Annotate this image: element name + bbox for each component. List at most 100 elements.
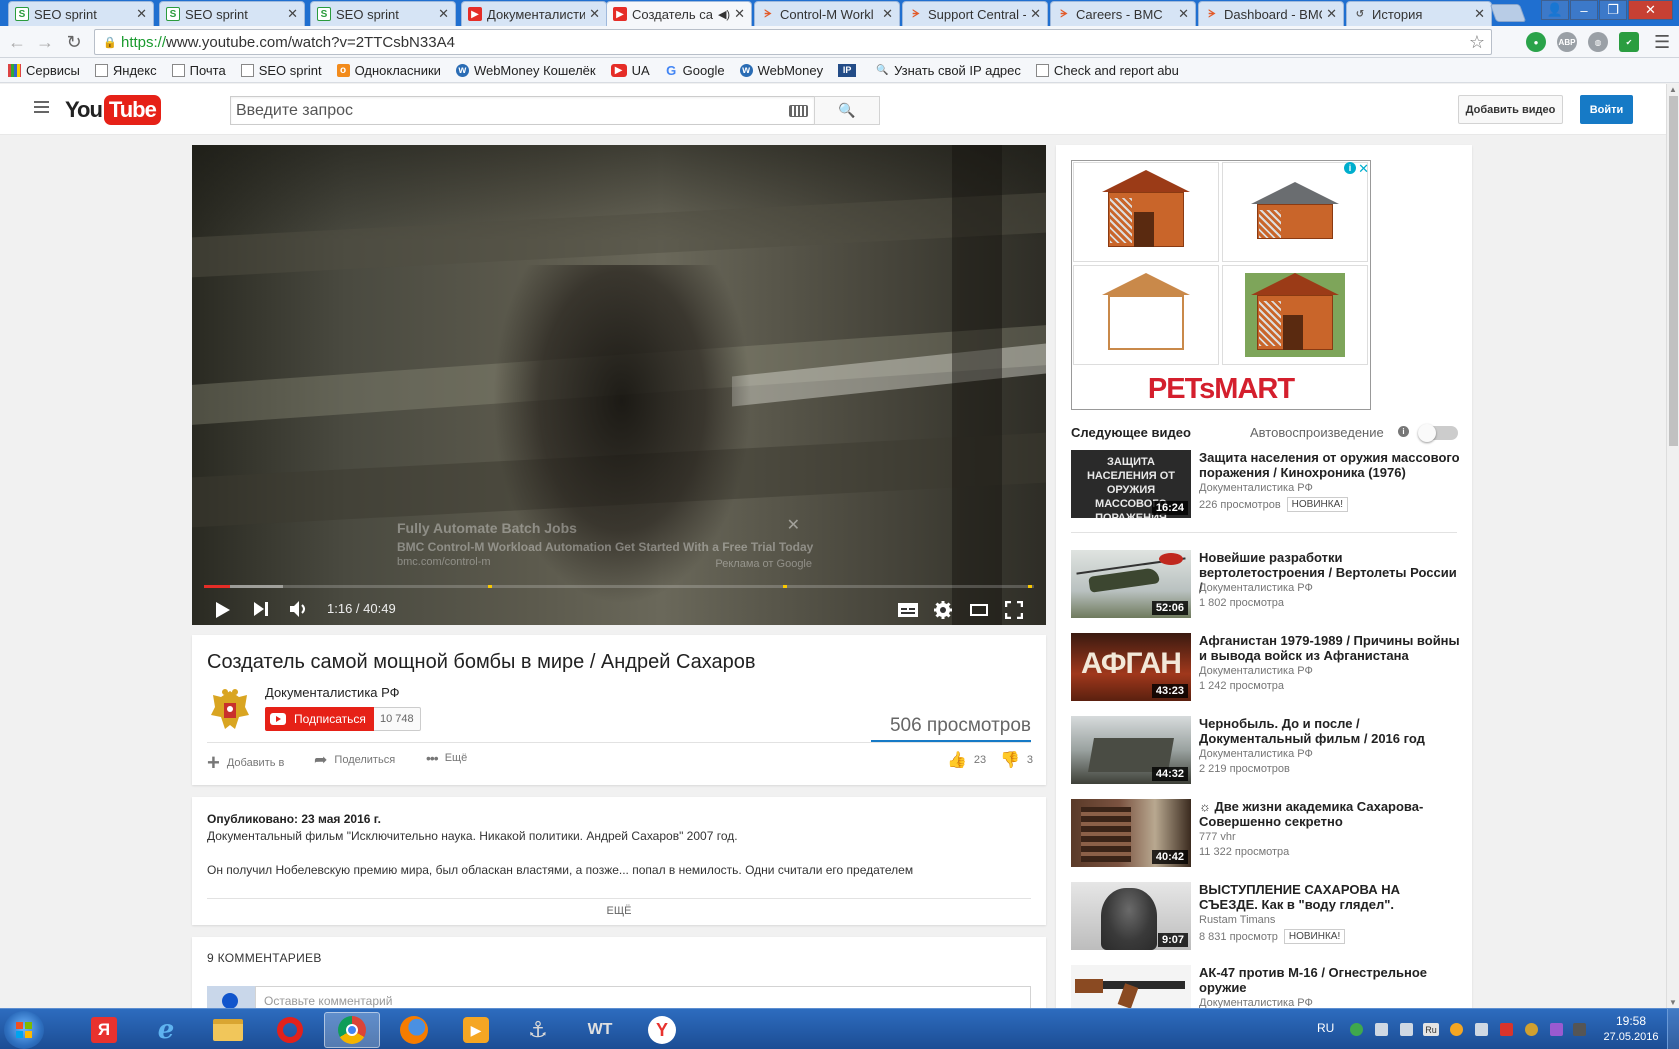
tab-seo-sprint-2[interactable]: S SEO sprint ✕ bbox=[159, 1, 305, 26]
bookmark-pochta[interactable]: Почта bbox=[171, 63, 226, 78]
more-actions-button[interactable]: ••• Ещё bbox=[426, 750, 467, 766]
tab-close-icon[interactable]: ✕ bbox=[287, 6, 298, 22]
recommended-video[interactable]: 44:32 Чернобыль. До и после / Документал… bbox=[1071, 716, 1461, 786]
video-thumbnail[interactable]: 52:06 bbox=[1071, 550, 1191, 618]
adblock-plus-icon[interactable]: ABP bbox=[1557, 32, 1577, 52]
scrollbar-thumb[interactable] bbox=[1669, 96, 1678, 446]
tab-close-icon[interactable]: ✕ bbox=[1030, 6, 1041, 22]
tab-documentalistika[interactable]: ▶ Документалисти ✕ bbox=[461, 1, 607, 26]
overlay-ad-title[interactable]: Fully Automate Batch Jobs bbox=[397, 520, 577, 536]
world-of-warships-icon[interactable]: ⚓ bbox=[510, 1012, 566, 1048]
autoplay-info-icon[interactable]: i bbox=[1398, 426, 1409, 437]
bookmark-star-icon[interactable]: ☆ bbox=[1469, 32, 1485, 53]
minimize-button[interactable]: – bbox=[1570, 0, 1598, 20]
tray-keyboard-layout-icon[interactable]: Ru bbox=[1423, 1023, 1439, 1036]
bookmark-find-ip[interactable]: 🔍 Узнать свой IP адрес bbox=[876, 63, 1020, 78]
tab-close-icon[interactable]: ✕ bbox=[734, 6, 745, 22]
tab-seo-sprint-3[interactable]: S SEO sprint ✕ bbox=[310, 1, 456, 26]
progress-bar[interactable] bbox=[204, 585, 1034, 588]
tray-green-icon[interactable] bbox=[1350, 1023, 1363, 1036]
firefox-icon[interactable] bbox=[386, 1012, 442, 1048]
bookmark-yandex[interactable]: Яндекс bbox=[94, 63, 157, 78]
ad-choices-info-icon[interactable]: i bbox=[1344, 162, 1356, 174]
recommended-video[interactable]: 52:06 Новейшие разработки вертолетострое… bbox=[1071, 550, 1461, 620]
share-button[interactable]: ➦ Поделиться bbox=[314, 750, 395, 770]
tab-close-icon[interactable]: ✕ bbox=[882, 6, 893, 22]
tab-careers-bmc[interactable]: ᗒ Careers - BMC ✕ bbox=[1050, 1, 1196, 26]
tray-volume-icon[interactable] bbox=[1375, 1023, 1388, 1036]
window-close-button[interactable]: ✕ bbox=[1628, 0, 1673, 20]
tab-seo-sprint-1[interactable]: S SEO sprint ✕ bbox=[8, 1, 154, 26]
volume-icon[interactable] bbox=[290, 601, 310, 617]
opera-icon[interactable] bbox=[262, 1012, 318, 1048]
recommended-video-title[interactable]: ВЫСТУПЛЕНИЕ САХАРОВА НА СЪЕЗДЕ. Как в "в… bbox=[1199, 882, 1461, 912]
tab-close-icon[interactable]: ✕ bbox=[136, 6, 147, 22]
subscribe-button[interactable]: Подписаться bbox=[265, 707, 374, 731]
channel-name-link[interactable]: Документалистика РФ bbox=[265, 685, 400, 700]
extension-green-icon[interactable]: ● bbox=[1526, 32, 1546, 52]
recommended-video[interactable]: АФГАН 43:23 Афганистан 1979-1989 / Причи… bbox=[1071, 633, 1461, 703]
clock-date[interactable]: 27.05.2016 bbox=[1600, 1031, 1662, 1043]
globe-icon[interactable]: ◍ bbox=[1588, 32, 1608, 52]
sign-in-button[interactable]: Войти bbox=[1580, 95, 1633, 124]
tab-history[interactable]: ↺ История ✕ bbox=[1346, 1, 1492, 26]
user-profile-icon[interactable]: 👤 bbox=[1541, 0, 1569, 20]
petsmart-logo[interactable]: PETsMART bbox=[1072, 371, 1370, 407]
show-desktop-button[interactable] bbox=[1667, 1009, 1679, 1049]
new-tab-button[interactable] bbox=[1489, 4, 1527, 22]
next-icon[interactable] bbox=[254, 602, 268, 616]
tab-close-icon[interactable]: ✕ bbox=[438, 6, 449, 22]
chrome-icon[interactable] bbox=[324, 1012, 380, 1048]
bookmark-ip[interactable]: IP bbox=[838, 63, 861, 77]
internet-explorer-icon[interactable]: e bbox=[138, 1012, 194, 1048]
theater-mode-icon[interactable] bbox=[970, 604, 988, 616]
tray-network-icon[interactable] bbox=[1400, 1023, 1413, 1036]
video-overlay-ad[interactable]: Fully Automate Batch Jobs BMC Control-M … bbox=[392, 515, 822, 583]
tab-close-icon[interactable]: ✕ bbox=[1474, 6, 1485, 22]
reload-icon[interactable]: ↻ bbox=[63, 31, 85, 53]
ad-product-image[interactable] bbox=[1222, 162, 1368, 262]
upload-button[interactable]: Добавить видео bbox=[1458, 95, 1563, 124]
world-of-tanks-icon[interactable]: WT bbox=[572, 1012, 628, 1048]
language-indicator[interactable]: RU bbox=[1317, 1021, 1334, 1035]
guide-menu-icon[interactable] bbox=[34, 101, 49, 113]
video-player[interactable]: Fully Automate Batch Jobs BMC Control-M … bbox=[192, 145, 1046, 625]
clock-time[interactable]: 19:58 bbox=[1611, 1014, 1651, 1028]
youtube-logo[interactable]: You Tube bbox=[65, 95, 161, 125]
fullscreen-icon[interactable] bbox=[1005, 601, 1023, 619]
tab-control-m[interactable]: ᗒ Control-M Workl ✕ bbox=[754, 1, 900, 26]
bookmark-check-report[interactable]: Check and report abu bbox=[1035, 63, 1179, 78]
recommended-video[interactable]: ЗАЩИТА НАСЕЛЕНИЯ ОТ ОРУЖИЯ МАССОВОГО ПОР… bbox=[1071, 450, 1461, 520]
search-input[interactable] bbox=[236, 101, 776, 120]
video-thumbnail[interactable] bbox=[1071, 965, 1191, 1009]
tab-close-icon[interactable]: ✕ bbox=[1178, 6, 1189, 22]
file-explorer-icon[interactable] bbox=[200, 1012, 256, 1048]
yandex-browser-icon[interactable]: Я bbox=[76, 1012, 132, 1048]
subtitles-icon[interactable] bbox=[898, 603, 918, 617]
display-ad[interactable]: i ✕ PETsMART bbox=[1071, 160, 1371, 410]
maximize-button[interactable]: ❐ bbox=[1599, 0, 1627, 20]
recommended-video-title[interactable]: Защита населения от оружия массового пор… bbox=[1199, 450, 1461, 480]
tab-close-icon[interactable]: ✕ bbox=[1326, 6, 1337, 22]
recommended-video-title[interactable]: ☼ Две жизни академика Сахарова-Совершенн… bbox=[1199, 799, 1461, 829]
search-button[interactable]: 🔍 bbox=[814, 96, 880, 125]
ad-product-image[interactable] bbox=[1073, 265, 1219, 365]
address-bar[interactable]: 🔒 https://www.youtube.com/watch?v=2TTCsb… bbox=[94, 29, 1492, 55]
browser-menu-icon[interactable]: ☰ bbox=[1654, 32, 1670, 53]
recommended-video[interactable]: 9:07 ВЫСТУПЛЕНИЕ САХАРОВА НА СЪЕЗДЕ. Как… bbox=[1071, 882, 1461, 952]
tray-pen-icon[interactable] bbox=[1550, 1023, 1563, 1036]
recommended-video[interactable]: АК-47 против М-16 / Огнестрельное оружие… bbox=[1071, 965, 1461, 1009]
tab-active-video[interactable]: ▶ Создатель са ◀) ✕ bbox=[606, 1, 752, 26]
recommended-video[interactable]: 40:42 ☼ Две жизни академика Сахарова-Сов… bbox=[1071, 799, 1461, 869]
back-arrow-icon[interactable]: ← bbox=[6, 31, 28, 53]
bookmark-odnoklassniki[interactable]: о Однокласники bbox=[336, 63, 441, 78]
tray-orange-icon[interactable] bbox=[1450, 1023, 1463, 1036]
yandex-icon[interactable]: Y bbox=[634, 1012, 690, 1048]
media-player-icon[interactable]: ▶ bbox=[448, 1012, 504, 1048]
like-button[interactable]: 👍 23 bbox=[947, 750, 986, 770]
bookmark-ua[interactable]: ▶ UA bbox=[610, 63, 650, 78]
autoplay-toggle[interactable] bbox=[1418, 424, 1458, 442]
ad-close-icon[interactable]: ✕ bbox=[1358, 161, 1369, 177]
dislike-button[interactable]: 👎 3 bbox=[1000, 750, 1033, 770]
tab-dashboard-bmc[interactable]: ᗒ Dashboard - BMC ✕ bbox=[1198, 1, 1344, 26]
